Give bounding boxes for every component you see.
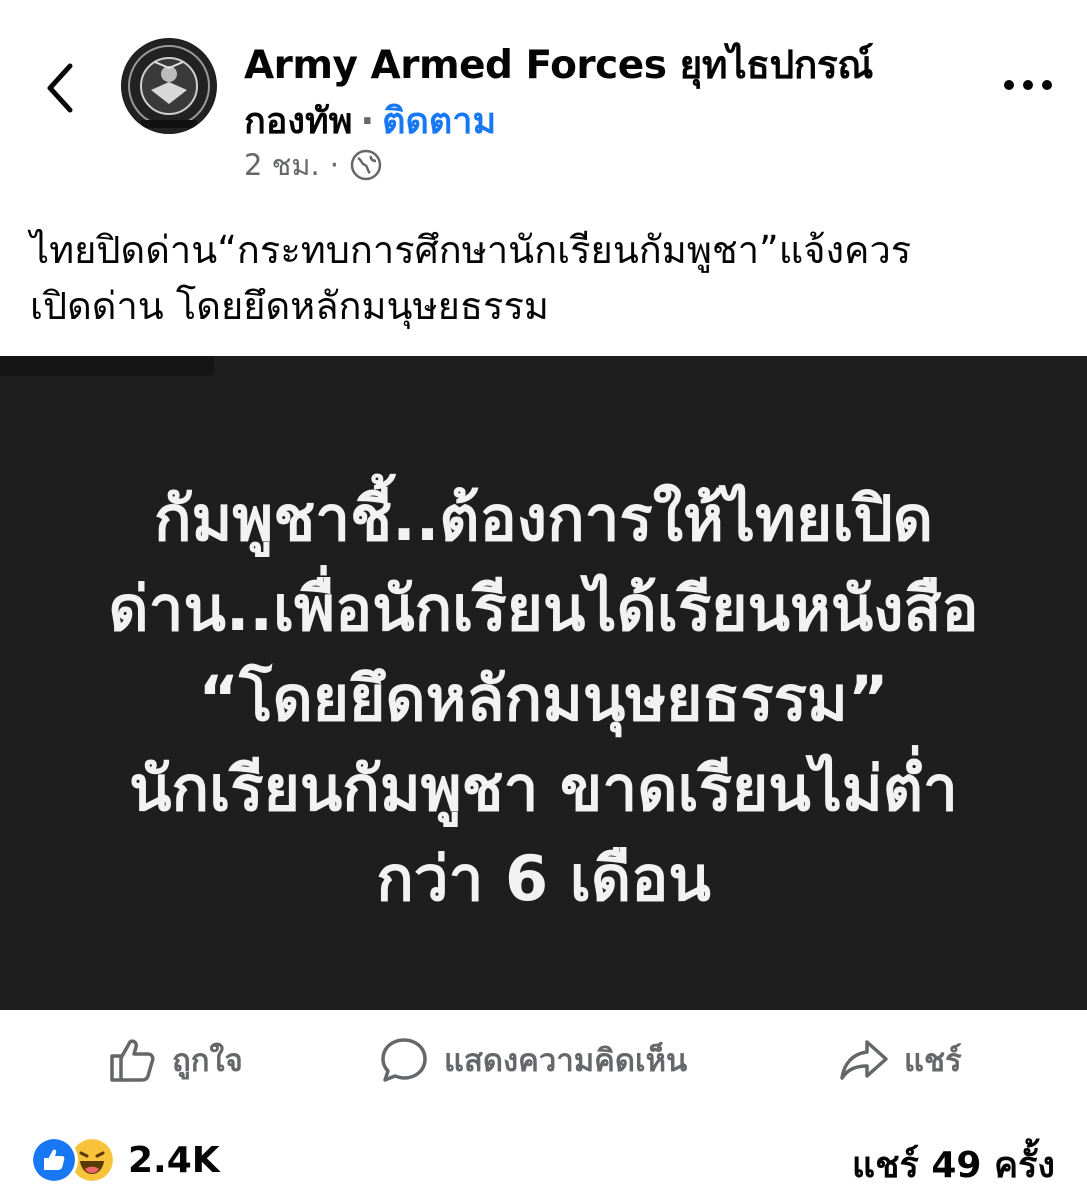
image-text-line: กว่า 6 เดือน xyxy=(376,842,711,915)
post-time[interactable]: 2 ชม. xyxy=(244,142,320,188)
share-label: แชร์ xyxy=(904,1043,962,1079)
follow-button[interactable]: ติดตาม xyxy=(382,101,496,142)
like-reaction-icon xyxy=(30,1136,78,1184)
page-name-english[interactable]: Army Armed Forces xyxy=(244,43,667,88)
image-text-line: นักเรียนกัมพูชา ขาดเรียนไม่ต่ำ xyxy=(129,752,958,825)
post-image[interactable]: กัมพูชาชี้..ต้องการให้ไทยเปิด ด่าน..เพื่… xyxy=(0,356,1087,1010)
caption-line: ไทยปิดด่าน“กระทบการศึกษานักเรียนกัมพูชา”… xyxy=(30,228,912,272)
share-button[interactable]: แชร์ xyxy=(838,1032,962,1088)
more-options-button[interactable] xyxy=(1000,70,1056,100)
reaction-summary[interactable]: 2.4K xyxy=(30,1136,220,1184)
reaction-count: 2.4K xyxy=(128,1139,220,1181)
image-text-line: “โดยยึดหลักมนุษยธรรม” xyxy=(198,662,889,735)
image-edge-decoration xyxy=(0,356,214,376)
chevron-left-icon xyxy=(47,63,73,113)
caption-line: เปิดด่าน โดยยึดหลักมนุษยธรรม xyxy=(30,284,549,328)
like-label: ถูกใจ xyxy=(172,1043,243,1079)
page-avatar[interactable] xyxy=(121,38,217,134)
image-text-line: กัมพูชาชี้..ต้องการให้ไทยเปิด xyxy=(153,482,934,555)
action-bar: ถูกใจ แสดงความคิดเห็น แชร์ xyxy=(0,1020,1087,1100)
image-text-line: ด่าน..เพื่อนักเรียนได้เรียนหนังสือ xyxy=(108,572,979,645)
more-dots-icon xyxy=(1004,80,1052,90)
page-name[interactable]: Army Armed Forces ยุทไธปกรณ์ xyxy=(244,34,874,96)
like-button[interactable]: ถูกใจ xyxy=(106,1032,243,1088)
page-name-line2[interactable]: กองทัพ xyxy=(244,101,352,142)
separator-dot: · xyxy=(360,101,375,142)
globe-icon xyxy=(350,149,382,181)
emblem-icon xyxy=(122,39,216,133)
post-meta: 2 ชม. · xyxy=(244,142,383,188)
share-count[interactable]: แชร์ 49 ครั้ง xyxy=(852,1136,1055,1193)
post-caption: ไทยปิดด่าน“กระทบการศึกษานักเรียนกัมพูชา”… xyxy=(30,222,1060,334)
post-header: Army Armed Forces ยุทไธปกรณ์ กองทัพ · ติดต… xyxy=(0,0,1087,190)
share-arrow-icon xyxy=(840,1040,888,1080)
image-text-block: กัมพูชาชี้..ต้องการให้ไทยเปิด ด่าน..เพื่… xyxy=(0,474,1087,924)
thumbs-up-icon xyxy=(110,1039,155,1082)
page-name-line2-row: กองทัพ · ติดตาม xyxy=(244,92,496,149)
comment-label: แสดงความคิดเห็น xyxy=(444,1043,688,1079)
page-name-thai[interactable]: ยุทไธปกรณ์ xyxy=(680,43,874,88)
back-button[interactable] xyxy=(38,58,88,118)
comment-bubble-icon xyxy=(381,1038,427,1082)
meta-separator: · xyxy=(329,148,339,182)
comment-button[interactable]: แสดงความคิดเห็น xyxy=(378,1032,687,1088)
